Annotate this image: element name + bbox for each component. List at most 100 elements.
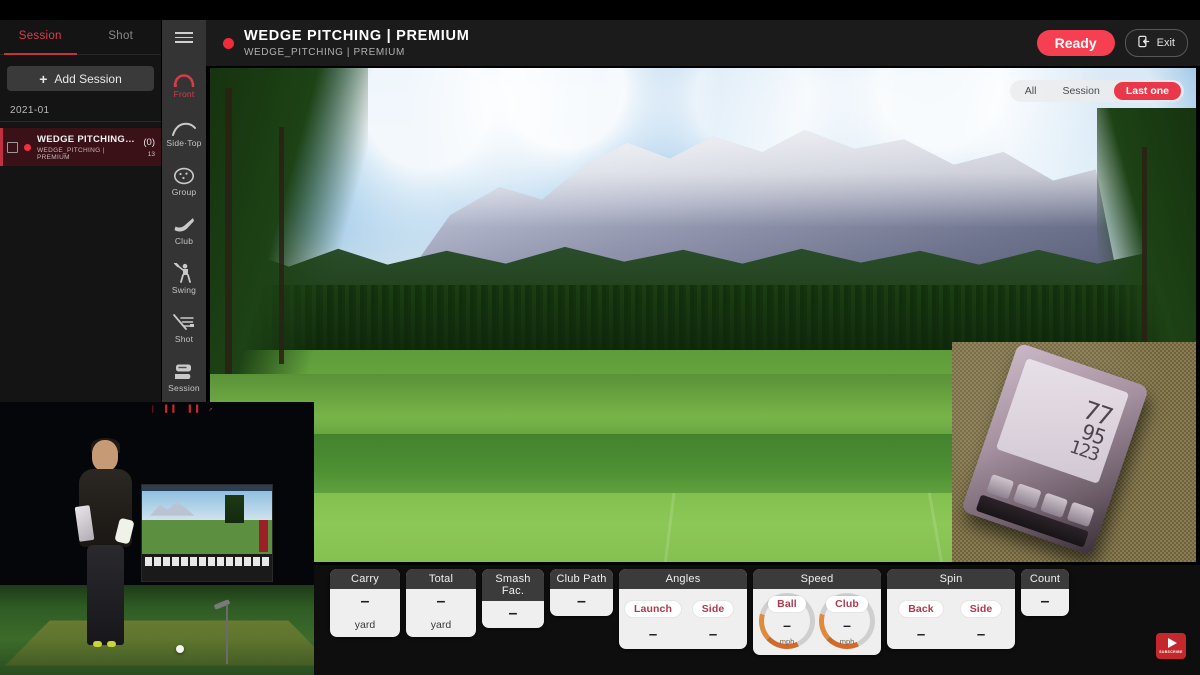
ready-button[interactable]: Ready (1036, 30, 1115, 56)
hamburger-icon[interactable] (175, 29, 193, 46)
rail-item-front[interactable]: Front (162, 58, 206, 107)
rail-item-side-top[interactable]: Side·Top (162, 107, 206, 156)
metric-card-speed[interactable]: Speed Ball – mph Club – mph (753, 569, 881, 655)
rail-label-shot: Shot (174, 334, 194, 344)
metric-card-smash-factor[interactable]: Smash Fac. – (482, 569, 544, 628)
exit-button[interactable]: Exit (1124, 29, 1188, 57)
rail-item-club[interactable]: Club (162, 205, 206, 254)
page-title: WEDGE PITCHING | PREMIUM (244, 28, 470, 45)
front-arc-icon (172, 65, 196, 87)
shot-metrics-bar: Carry – yard Total – yard Smash Fac. – C… (206, 565, 1200, 675)
metric-value-back-spin: – (916, 626, 926, 643)
metric-value-total: – (436, 593, 446, 610)
group-ball-icon (173, 163, 195, 185)
rail-label-front: Front (173, 89, 195, 99)
rail-label-swing: Swing (171, 285, 197, 295)
metric-label-club-speed: Club (826, 595, 868, 612)
metric-title-smash-factor: Smash Fac. (482, 569, 544, 601)
launch-monitor-photo: 77 95 123 (952, 342, 1196, 562)
session-item-count: (0) (143, 136, 155, 148)
simulator-viewport[interactable]: All Session Last one 77 95 123 (206, 66, 1200, 565)
metric-value-launch: – (648, 626, 658, 643)
metric-title-carry: Carry (330, 569, 400, 589)
metric-label-side-angle: Side (692, 601, 734, 617)
tab-shot-label: Shot (108, 30, 134, 42)
webcam-overlay[interactable]: | ▌▌ ▐▐ ↗ (0, 402, 314, 675)
webcam-overlay-text: | ▌▌ ▐▐ ↗ (150, 404, 216, 413)
device-key (986, 473, 1015, 500)
metric-side-spin: Side – (951, 594, 1011, 643)
add-session-button[interactable]: + Add Session (7, 66, 154, 91)
metric-card-club-path[interactable]: Club Path – (550, 569, 613, 616)
session-item-subtitle: WEDGE_PITCHING | PREMIUM (37, 146, 105, 161)
rail-label-club: Club (174, 236, 194, 246)
hitting-mat (5, 620, 314, 666)
shot-lines-icon (172, 310, 196, 332)
youtube-play-icon (1167, 638, 1177, 648)
screen-bottom-bar (144, 557, 270, 566)
filter-session[interactable]: Session (1050, 82, 1111, 100)
screen-red-panel (259, 519, 269, 553)
tab-shot[interactable]: Shot (81, 20, 162, 52)
metric-title-club-path: Club Path (550, 569, 613, 589)
metric-value-smash-factor: – (508, 605, 518, 622)
club-head-icon (172, 212, 196, 234)
header-texts: WEDGE PITCHING | PREMIUM WEDGE_PITCHING … (244, 28, 469, 58)
metric-label-ball-speed: Ball (768, 595, 806, 612)
gauge-ball-speed: Ball – mph (759, 593, 815, 649)
metric-card-spin[interactable]: Spin Back – Side – (887, 569, 1015, 649)
rail-label-session: Session (168, 383, 200, 393)
plus-icon: + (39, 70, 48, 87)
rail-item-group[interactable]: Group (162, 156, 206, 205)
metric-value-club-path: – (577, 593, 586, 610)
metric-body-angles: Launch – Side – (619, 589, 747, 649)
recording-dot-icon (223, 37, 234, 49)
app-header: WEDGE PITCHING | PREMIUM WEDGE_PITCHING … (206, 20, 1200, 66)
metric-body-club-path: – (550, 589, 613, 616)
subscribe-label: SUBSCRIBE (1159, 650, 1183, 654)
metric-card-count[interactable]: Count – (1021, 569, 1069, 616)
metric-unit-club-speed: mph (839, 636, 855, 646)
device-key (1039, 492, 1068, 518)
metric-card-carry[interactable]: Carry – yard (330, 569, 400, 637)
rail-item-swing[interactable]: Swing (162, 254, 206, 303)
tab-session[interactable]: Session (0, 20, 81, 55)
exit-door-icon (1137, 35, 1151, 51)
metric-unit-ball-speed: mph (779, 636, 795, 646)
presenter-legs (86, 545, 124, 648)
page-subtitle: WEDGE_PITCHING | PREMIUM (244, 46, 405, 58)
metric-value-club-speed: – (843, 616, 851, 633)
metric-side-angle: Side – (683, 594, 743, 643)
launch-monitor-lcd: 77 95 123 (995, 357, 1130, 484)
metric-card-total[interactable]: Total – yard (406, 569, 476, 637)
exit-label: Exit (1156, 37, 1175, 49)
metric-title-count: Count (1021, 569, 1069, 589)
session-item-meta: (0) 13 (143, 137, 155, 158)
session-list-item[interactable]: WEDGE PITCHING |... WEDGE_PITCHING | PRE… (0, 128, 161, 166)
filter-last-one[interactable]: Last one (1113, 82, 1181, 100)
youtube-subscribe-button[interactable]: SUBSCRIBE (1156, 633, 1186, 659)
session-status-dot-icon (24, 143, 31, 151)
rail-item-shot[interactable]: Shot (162, 303, 206, 352)
date-group-header: 2021-01 (0, 105, 161, 122)
device-key (1066, 501, 1095, 528)
metric-value-carry: – (360, 593, 370, 610)
metric-unit-total: yard (430, 619, 452, 631)
metric-card-angles[interactable]: Angles Launch – Side – (619, 569, 747, 649)
metric-body-smash-factor: – (482, 601, 544, 628)
rail-item-session[interactable]: Session (162, 352, 206, 401)
metric-value-side-angle: – (708, 626, 718, 643)
metric-label-launch: Launch (625, 601, 681, 617)
metric-value-count: – (1040, 593, 1050, 610)
tree-trunk (279, 127, 285, 365)
session-item-number: 13 (147, 150, 155, 158)
session-item-texts: WEDGE PITCHING |... WEDGE_PITCHING | PRE… (37, 134, 137, 161)
session-panel: Session Shot + Add Session 2021-01 WEDGE… (0, 20, 162, 402)
tab-session-label: Session (18, 30, 62, 42)
session-checkbox[interactable] (7, 141, 18, 153)
side-top-curve-icon (171, 114, 197, 136)
microphone-stand (226, 604, 229, 665)
metric-label-back-spin: Back (899, 601, 943, 617)
filter-all[interactable]: All (1013, 82, 1049, 100)
tree-trunk (224, 87, 232, 375)
